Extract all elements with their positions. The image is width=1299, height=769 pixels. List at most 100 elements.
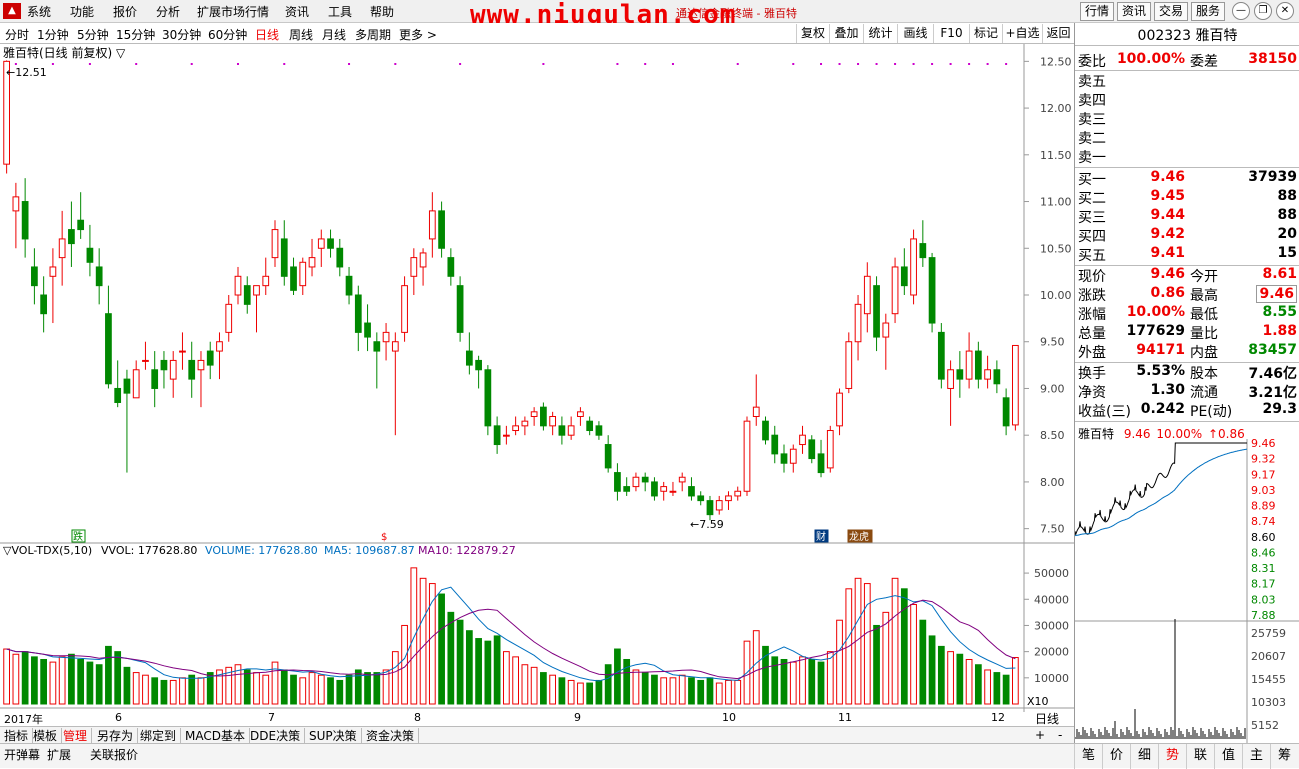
statistics-button[interactable]: 统计 bbox=[863, 24, 897, 43]
back-button[interactable]: 返回 bbox=[1042, 24, 1074, 43]
period-timeshare[interactable]: 分时 bbox=[5, 26, 29, 43]
close-icon[interactable]: ✕ bbox=[1276, 2, 1294, 20]
related-quote-button[interactable]: 关联报价 bbox=[90, 746, 138, 763]
candle[interactable] bbox=[817, 453, 825, 474]
tab-template[interactable]: 模板 bbox=[33, 728, 63, 744]
candle[interactable] bbox=[743, 420, 751, 492]
candle[interactable] bbox=[438, 210, 445, 249]
candle[interactable] bbox=[697, 495, 705, 502]
time-axis-period[interactable]: 日线 bbox=[1035, 710, 1059, 727]
candle[interactable] bbox=[540, 406, 547, 427]
candle[interactable] bbox=[40, 294, 48, 315]
candle[interactable] bbox=[373, 341, 381, 352]
danmaku-button[interactable]: 开弹幕 bbox=[4, 746, 40, 763]
candle[interactable] bbox=[956, 369, 964, 380]
candle[interactable] bbox=[660, 486, 668, 492]
candle[interactable] bbox=[308, 257, 316, 268]
candle[interactable] bbox=[919, 243, 927, 259]
menu-function[interactable]: 功能 bbox=[70, 3, 94, 20]
candle[interactable] bbox=[530, 411, 538, 418]
candle[interactable] bbox=[410, 257, 418, 277]
rtab-value[interactable]: 值 bbox=[1214, 744, 1242, 769]
candle[interactable] bbox=[114, 387, 122, 403]
period-60min[interactable]: 60分钟 bbox=[208, 26, 247, 43]
period-more[interactable]: 更多 > bbox=[399, 26, 437, 43]
candle[interactable] bbox=[188, 359, 196, 380]
candle[interactable] bbox=[521, 420, 529, 427]
candle[interactable] bbox=[706, 500, 714, 516]
candle[interactable] bbox=[725, 495, 732, 502]
zoom-in-icon[interactable]: + bbox=[1035, 728, 1045, 742]
trade-button[interactable]: 交易 bbox=[1154, 2, 1188, 21]
tab-bind-to[interactable]: 绑定到 bbox=[140, 728, 182, 744]
candle[interactable] bbox=[604, 444, 612, 469]
candle[interactable] bbox=[21, 201, 29, 240]
candle[interactable] bbox=[614, 472, 621, 492]
candle[interactable] bbox=[780, 453, 788, 464]
candle[interactable] bbox=[142, 359, 149, 362]
zoom-out-icon[interactable]: - bbox=[1058, 728, 1062, 742]
service-button[interactable]: 服务 bbox=[1191, 2, 1225, 21]
candle[interactable] bbox=[984, 369, 991, 380]
candle[interactable] bbox=[169, 359, 177, 380]
candle[interactable] bbox=[77, 219, 85, 231]
event-marker[interactable]: 龙虎 bbox=[847, 529, 873, 543]
candle[interactable] bbox=[123, 378, 131, 394]
candle[interactable] bbox=[336, 247, 344, 268]
candle[interactable] bbox=[31, 266, 38, 287]
menu-extended-market[interactable]: 扩展市场行情 bbox=[197, 3, 269, 20]
candle[interactable] bbox=[271, 229, 279, 259]
candle[interactable] bbox=[549, 416, 557, 427]
candle[interactable] bbox=[105, 313, 112, 385]
restore-icon[interactable]: ❐ bbox=[1254, 2, 1272, 20]
candle[interactable] bbox=[493, 425, 501, 446]
period-monthly[interactable]: 月线 bbox=[322, 26, 346, 43]
candle[interactable] bbox=[290, 266, 297, 291]
candle[interactable] bbox=[503, 434, 510, 437]
period-weekly[interactable]: 周线 bbox=[289, 26, 313, 43]
candle[interactable] bbox=[132, 369, 140, 399]
candle[interactable] bbox=[586, 420, 594, 432]
menu-system[interactable]: 系统 bbox=[27, 3, 51, 20]
candle[interactable] bbox=[327, 238, 334, 249]
tab-manage[interactable]: 管理 bbox=[63, 728, 93, 744]
candle[interactable] bbox=[845, 341, 853, 389]
candle[interactable] bbox=[715, 500, 723, 511]
kline-chart-area[interactable]: 雅百特(日线 前复权) ▽ ▽VOL-TDX(5,10) VVOL: 17762… bbox=[0, 44, 1074, 712]
period-30min[interactable]: 30分钟 bbox=[162, 26, 201, 43]
candle[interactable] bbox=[206, 350, 214, 366]
candle[interactable] bbox=[595, 425, 603, 436]
candle[interactable] bbox=[280, 238, 288, 277]
candle[interactable] bbox=[262, 275, 270, 287]
extend-button[interactable]: 扩展 bbox=[47, 746, 71, 763]
candle[interactable] bbox=[688, 486, 695, 497]
candle[interactable] bbox=[567, 425, 575, 436]
event-marker[interactable]: $ bbox=[379, 529, 394, 543]
candle[interactable] bbox=[910, 238, 917, 296]
candle[interactable] bbox=[891, 266, 899, 315]
candle[interactable] bbox=[799, 434, 806, 446]
rtab-trend[interactable]: 势 bbox=[1158, 744, 1186, 769]
candle[interactable] bbox=[299, 261, 307, 287]
candle[interactable] bbox=[345, 275, 353, 296]
f10-button[interactable]: F10 bbox=[933, 24, 969, 43]
quote-button[interactable]: 行情 bbox=[1080, 2, 1114, 21]
event-marker[interactable]: 跌 bbox=[71, 529, 86, 543]
candle[interactable] bbox=[58, 238, 66, 259]
candle[interactable] bbox=[752, 406, 760, 417]
candle[interactable] bbox=[1012, 344, 1019, 426]
candle[interactable] bbox=[428, 210, 436, 240]
overlay-button[interactable]: 叠加 bbox=[829, 24, 863, 43]
rtab-price[interactable]: 价 bbox=[1102, 744, 1130, 769]
period-5min[interactable]: 5分钟 bbox=[77, 26, 109, 43]
candle[interactable] bbox=[364, 322, 371, 338]
candle[interactable] bbox=[253, 285, 260, 296]
candle[interactable] bbox=[86, 247, 94, 263]
menu-quote[interactable]: 报价 bbox=[113, 3, 137, 20]
candle[interactable] bbox=[669, 490, 677, 493]
rtab-linked[interactable]: 联 bbox=[1186, 744, 1214, 769]
candle[interactable] bbox=[391, 341, 399, 352]
candle[interactable] bbox=[900, 266, 908, 287]
candle[interactable] bbox=[947, 369, 954, 389]
tab-dde[interactable]: DDE决策 bbox=[250, 728, 306, 744]
